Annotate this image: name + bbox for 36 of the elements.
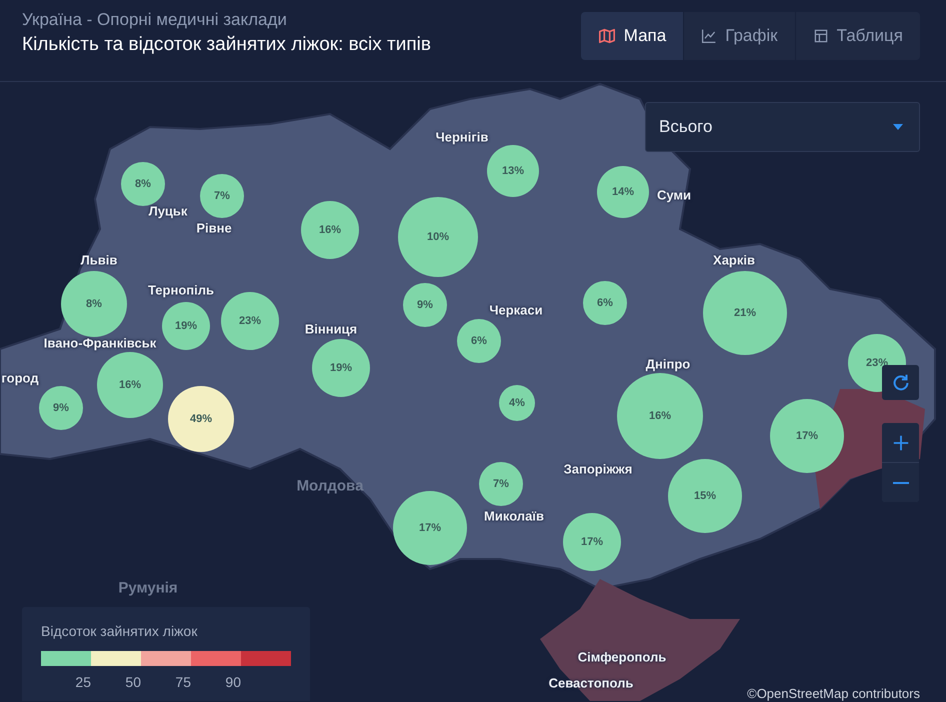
city-label: Миколаїв bbox=[484, 508, 544, 524]
city-label: Івано-Франківськ bbox=[44, 336, 156, 350]
city-label: Львів bbox=[80, 252, 118, 268]
legend-tick: 50 bbox=[124, 674, 142, 690]
plus-icon bbox=[892, 434, 910, 452]
minus-icon bbox=[892, 482, 908, 484]
city-label: Дніпро bbox=[646, 356, 690, 372]
line-chart-icon bbox=[701, 28, 718, 44]
table-icon bbox=[812, 28, 829, 44]
city-label: Запоріжжя bbox=[564, 462, 632, 476]
city-label: Луцьк bbox=[148, 204, 188, 218]
country-label: Румунія bbox=[118, 580, 178, 596]
view-tab[interactable]: Мапа bbox=[580, 12, 684, 60]
city-label: Харків bbox=[713, 252, 755, 268]
city-label: Тернопіль bbox=[148, 282, 214, 298]
page-subtitle: Україна - Опорні медичні заклади bbox=[22, 10, 288, 30]
zoom-in-button[interactable] bbox=[882, 423, 919, 462]
region-dropdown[interactable]: Всього bbox=[645, 102, 920, 152]
zoom-out-button[interactable] bbox=[882, 463, 919, 502]
refresh-button[interactable] bbox=[882, 365, 919, 400]
city-label: Черкаси bbox=[489, 302, 543, 318]
city-label: Чернігів bbox=[436, 130, 488, 144]
city-label: Суми bbox=[656, 188, 692, 202]
city-label: Вінниця bbox=[304, 322, 358, 336]
legend-tick: 90 bbox=[224, 674, 242, 690]
city-label: Рівне bbox=[196, 220, 232, 236]
city-label: город bbox=[1, 370, 39, 386]
caret-icon bbox=[893, 124, 903, 130]
city-label: Севастополь bbox=[548, 676, 634, 690]
legend-tick: 75 bbox=[174, 674, 192, 690]
legend-title: Відсоток зайнятих ліжок bbox=[41, 623, 198, 639]
legend-tick: 25 bbox=[74, 674, 92, 690]
map-attribution: ©OpenStreetMap contributors bbox=[747, 686, 920, 701]
city-label: Сімферополь bbox=[578, 650, 666, 664]
map-icon bbox=[598, 27, 616, 45]
page-title: Кількість та відсоток зайнятих ліжок: всіх типів bbox=[22, 34, 431, 56]
